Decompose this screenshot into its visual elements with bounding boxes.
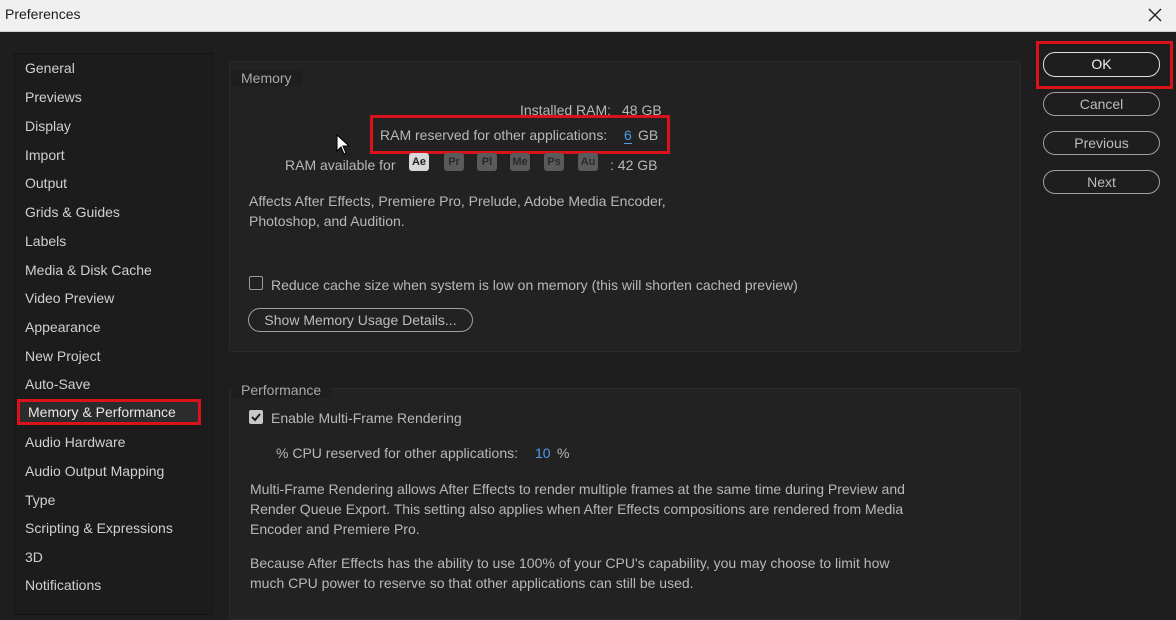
memory-section-title: Memory bbox=[231, 70, 302, 86]
reduce-cache-checkbox[interactable] bbox=[249, 276, 263, 290]
checkmark-icon bbox=[251, 413, 261, 422]
title-bar: Preferences bbox=[0, 0, 1176, 32]
sidebar-item-video-preview[interactable]: Video Preview bbox=[25, 290, 114, 306]
sidebar-item-grids-guides[interactable]: Grids & Guides bbox=[25, 204, 120, 220]
app-badge-me: Me bbox=[510, 153, 530, 171]
sidebar-item-previews[interactable]: Previews bbox=[25, 89, 82, 105]
sidebar-item-memory-performance[interactable]: Memory & Performance bbox=[17, 399, 201, 425]
sidebar-item-general[interactable]: General bbox=[25, 60, 75, 76]
sidebar-item-appearance[interactable]: Appearance bbox=[25, 319, 101, 335]
next-button[interactable]: Next bbox=[1043, 170, 1160, 194]
sidebar-item-3d[interactable]: 3D bbox=[25, 549, 43, 565]
reduce-cache-label: Reduce cache size when system is low on … bbox=[271, 277, 798, 293]
mfr-desc-line2: Render Queue Export. This setting also a… bbox=[250, 501, 904, 517]
cancel-button[interactable]: Cancel bbox=[1043, 92, 1160, 116]
sidebar-item-scripting-expressions[interactable]: Scripting & Expressions bbox=[25, 520, 173, 536]
mfr-desc-line1: Multi-Frame Rendering allows After Effec… bbox=[250, 481, 905, 497]
cpu-reserved-label: % CPU reserved for other applications: bbox=[276, 445, 518, 461]
sidebar-item-labels[interactable]: Labels bbox=[25, 233, 66, 249]
app-badge-au: Au bbox=[578, 153, 598, 171]
sidebar-item-audio-output-mapping[interactable]: Audio Output Mapping bbox=[25, 463, 164, 479]
ram-available-label: RAM available for bbox=[285, 157, 396, 173]
sidebar-item-notifications[interactable]: Notifications bbox=[25, 577, 101, 593]
app-badge-ps: Ps bbox=[544, 153, 564, 171]
affects-text-line2: Photoshop, and Audition. bbox=[249, 213, 405, 229]
sidebar-item-type[interactable]: Type bbox=[25, 492, 55, 508]
close-icon bbox=[1148, 8, 1162, 22]
reserved-ram-unit: GB bbox=[638, 127, 659, 143]
reserved-ram-input[interactable]: 6 bbox=[624, 127, 632, 144]
cpu-desc-line1: Because After Effects has the ability to… bbox=[250, 555, 890, 571]
mouse-cursor-icon bbox=[336, 134, 350, 155]
sidebar-item-output[interactable]: Output bbox=[25, 175, 67, 191]
mfr-desc-line3: Encoder and Premiere Pro. bbox=[250, 521, 420, 537]
app-badge-pr: Pr bbox=[444, 153, 464, 171]
close-button[interactable] bbox=[1142, 2, 1168, 28]
sidebar-item-media-disk-cache[interactable]: Media & Disk Cache bbox=[25, 262, 152, 278]
affects-text-line1: Affects After Effects, Premiere Pro, Pre… bbox=[249, 193, 666, 209]
cpu-reserved-unit: % bbox=[557, 445, 570, 461]
mfr-checkbox[interactable] bbox=[249, 410, 263, 424]
sidebar-item-import[interactable]: Import bbox=[25, 147, 65, 163]
cpu-desc-line2: much CPU power to reserve so that other … bbox=[250, 575, 694, 591]
ok-button[interactable]: OK bbox=[1043, 52, 1160, 77]
previous-button[interactable]: Previous bbox=[1043, 131, 1160, 155]
sidebar-item-new-project[interactable]: New Project bbox=[25, 348, 100, 364]
show-memory-usage-button[interactable]: Show Memory Usage Details... bbox=[248, 308, 473, 332]
mfr-label: Enable Multi-Frame Rendering bbox=[271, 410, 462, 426]
sidebar-item-audio-hardware[interactable]: Audio Hardware bbox=[25, 434, 125, 450]
app-badge-pl: Pl bbox=[477, 153, 497, 171]
sidebar-item-display[interactable]: Display bbox=[25, 118, 71, 134]
window-title: Preferences bbox=[5, 6, 81, 22]
performance-section-title: Performance bbox=[231, 382, 332, 398]
sidebar-item-auto-save[interactable]: Auto-Save bbox=[25, 376, 90, 392]
preferences-sidebar: General Previews Display Import Output G… bbox=[14, 53, 213, 615]
cpu-reserved-input[interactable]: 10 bbox=[535, 445, 551, 461]
ram-available-value: : 42 GB bbox=[610, 157, 658, 173]
reserved-ram-label: RAM reserved for other applications: bbox=[380, 127, 608, 143]
app-badge-ae: Ae bbox=[409, 153, 429, 171]
